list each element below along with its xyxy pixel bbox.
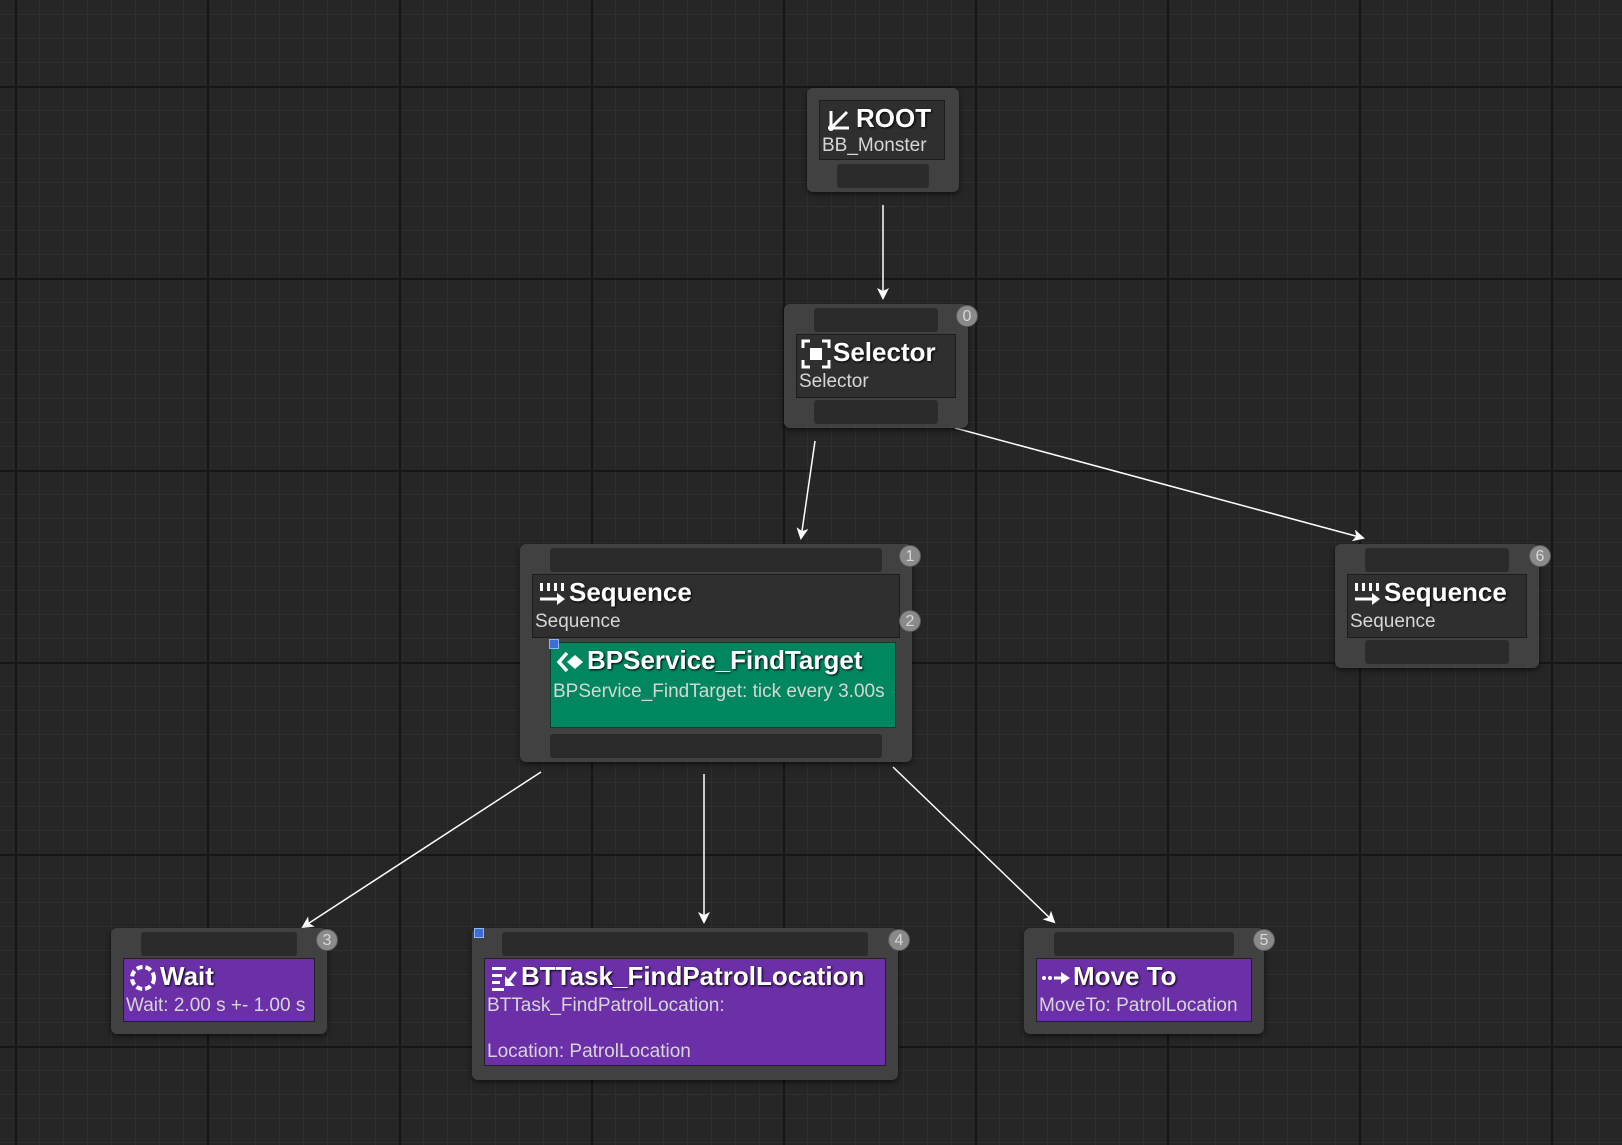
wire-sequence-wait — [301, 771, 542, 929]
node-subtitle-line2: Location: PatrolLocation — [487, 1041, 691, 1062]
execution-index-badge: 4 — [888, 929, 910, 951]
root-body: ROOT BB_Monster — [819, 100, 945, 160]
node-subtitle: Selector — [799, 371, 869, 392]
node-title: Move To — [1073, 961, 1177, 991]
sequence-body: Sequence Sequence — [532, 574, 900, 638]
input-pin[interactable] — [502, 932, 868, 956]
input-pin[interactable] — [1365, 548, 1509, 572]
execution-index-badge: 0 — [956, 305, 978, 327]
execution-index-badge: 5 — [1253, 929, 1275, 951]
sequence-icon — [1355, 583, 1380, 605]
service-icon — [556, 651, 583, 673]
node-subtitle: BB_Monster — [822, 135, 927, 156]
output-pin[interactable] — [550, 734, 882, 758]
move-to-icon — [1042, 972, 1070, 984]
sequence-node-right[interactable]: Sequence Sequence — [1335, 544, 1539, 668]
sequence-icon — [540, 583, 565, 605]
input-pin[interactable] — [814, 308, 938, 332]
input-pin[interactable] — [550, 548, 882, 572]
input-pin[interactable] — [141, 932, 297, 956]
wire-sequence-moveto — [892, 766, 1056, 924]
execution-index-badge: 1 — [899, 545, 921, 567]
node-title: Sequence — [1384, 577, 1507, 607]
node-subtitle-line1: BTTask_FindPatrolLocation: — [487, 995, 725, 1016]
node-title: Selector — [833, 337, 936, 367]
output-pin[interactable] — [1365, 640, 1509, 664]
output-pin[interactable] — [814, 400, 938, 424]
node-title: ROOT — [856, 103, 932, 133]
root-branch-icon — [828, 110, 849, 131]
node-title: Wait — [160, 961, 214, 991]
find-patrol-location-task-node[interactable]: BTTask_FindPatrolLocation BTTask_FindPat… — [472, 928, 898, 1080]
input-pin[interactable] — [1054, 932, 1234, 956]
node-subtitle: Sequence — [1350, 611, 1436, 632]
service-node[interactable]: BPService_FindTarget BPService_FindTarge… — [550, 642, 896, 728]
service-subtitle: BPService_FindTarget: tick every 3.00s — [553, 681, 885, 702]
sequence-body: Sequence Sequence — [1347, 574, 1527, 638]
service-title: BPService_FindTarget — [587, 645, 863, 675]
selector-node[interactable]: Selector Selector — [784, 304, 968, 428]
breakpoint-marker — [549, 639, 559, 649]
wire-selector-sequence-left — [796, 440, 816, 540]
wait-icon — [130, 965, 156, 991]
sequence-node[interactable]: Sequence Sequence BPService_FindTarget B… — [520, 544, 912, 762]
execution-index-badge: 6 — [1529, 545, 1551, 567]
node-subtitle: MoveTo: PatrolLocation — [1039, 995, 1238, 1016]
root-node[interactable]: ROOT BB_Monster — [807, 88, 959, 192]
output-pin[interactable] — [837, 164, 929, 188]
service-index-badge: 2 — [899, 610, 921, 632]
selector-body: Selector Selector — [796, 334, 956, 398]
node-subtitle: Sequence — [535, 611, 621, 632]
task-icon — [492, 967, 518, 991]
selector-icon — [801, 339, 831, 369]
task-body: Move To MoveTo: PatrolLocation — [1036, 958, 1252, 1022]
wait-task-node[interactable]: Wait Wait: 2.00 s +- 1.00 s — [111, 928, 327, 1034]
node-title: Sequence — [569, 577, 692, 607]
execution-index-badge: 3 — [316, 929, 338, 951]
task-body: Wait Wait: 2.00 s +- 1.00 s — [123, 958, 315, 1022]
wire-selector-sequence-right — [954, 427, 1365, 542]
node-title: BTTask_FindPatrolLocation — [521, 961, 865, 991]
move-to-task-node[interactable]: Move To MoveTo: PatrolLocation — [1024, 928, 1264, 1034]
task-body: BTTask_FindPatrolLocation BTTask_FindPat… — [484, 958, 886, 1066]
node-subtitle: Wait: 2.00 s +- 1.00 s — [126, 995, 306, 1016]
breakpoint-marker — [474, 928, 484, 938]
